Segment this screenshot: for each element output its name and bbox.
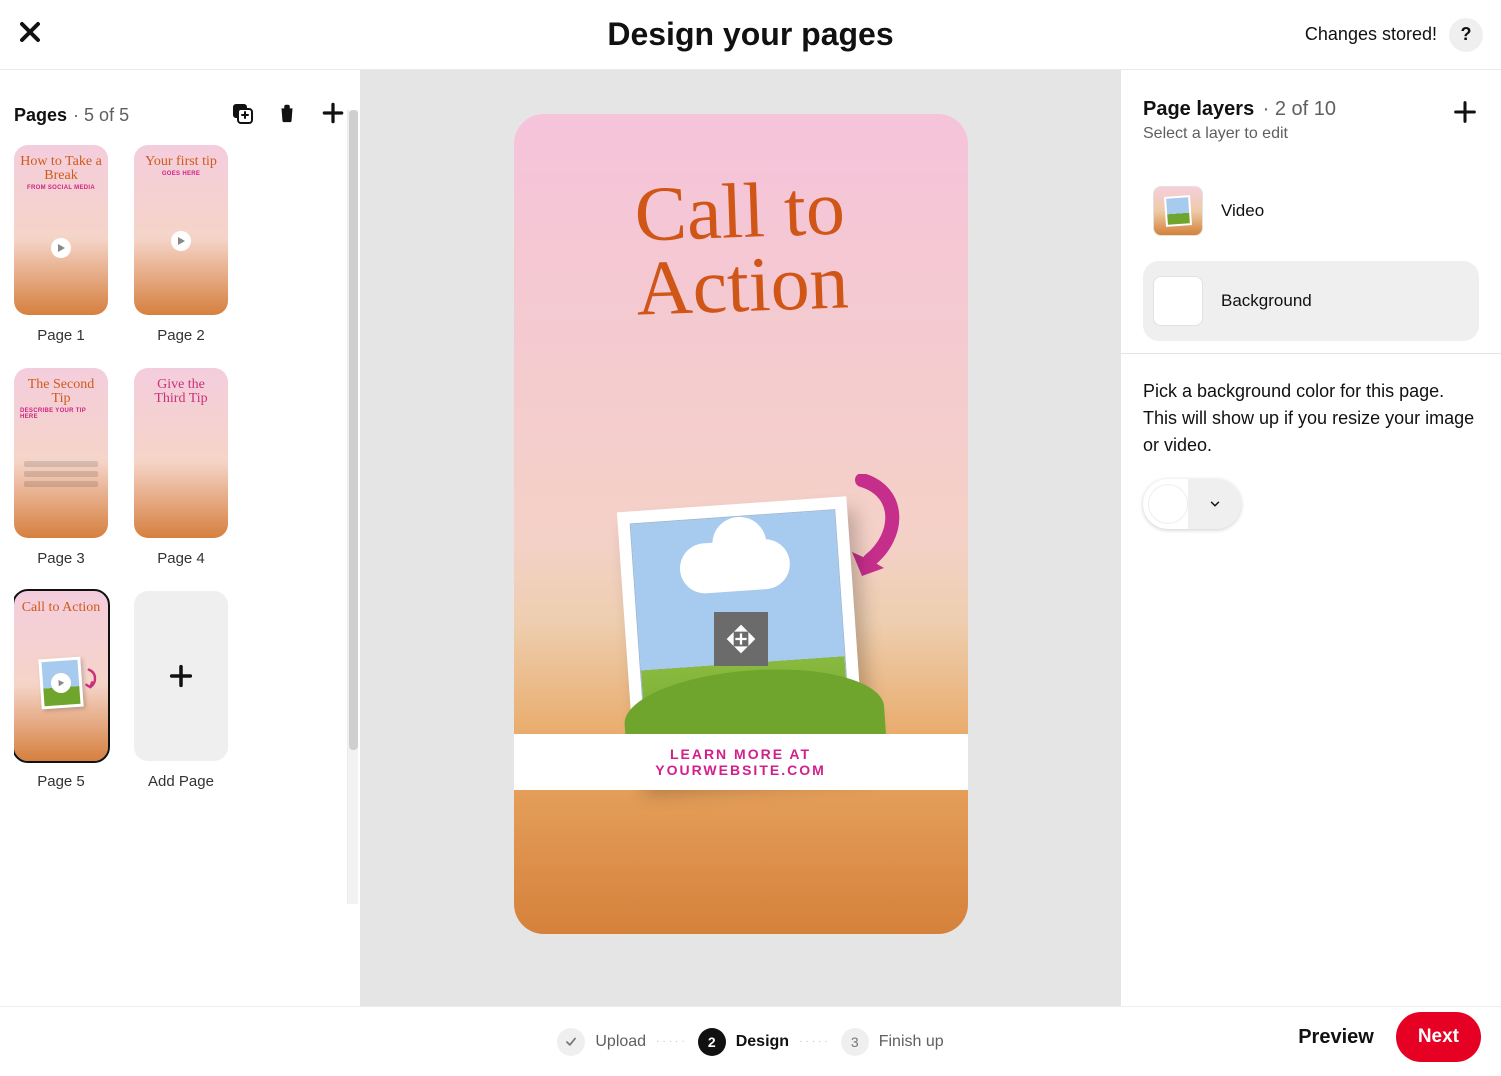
page-thumbnail-4[interactable]: Give the Third Tip (134, 368, 228, 538)
page-thumbnail-2[interactable]: Your first tip GOES HERE (134, 145, 228, 315)
play-icon (51, 238, 71, 258)
layer-name: Video (1221, 201, 1264, 221)
preview-button[interactable]: Preview (1298, 1026, 1374, 1049)
thumb-title: The Second Tip (20, 378, 102, 406)
layer-video[interactable]: Video (1143, 171, 1479, 251)
step-separator: ····· (656, 1036, 688, 1047)
add-layer-button[interactable] (1451, 98, 1479, 126)
cta-line-2: YOURWEBSITE.COM (655, 762, 826, 778)
layer-background[interactable]: Background (1143, 261, 1479, 341)
layer-name: Background (1221, 291, 1312, 311)
step-finish-indicator: 3 (841, 1028, 869, 1056)
pages-label: Pages (14, 105, 67, 126)
step-design-indicator: 2 (698, 1028, 726, 1056)
page-title: Design your pages (607, 16, 893, 53)
step-separator: ····· (799, 1036, 831, 1047)
canvas-cta-band: LEARN MORE AT YOURWEBSITE.COM (514, 734, 968, 790)
stepper: Upload ····· 2 Design ····· 3 Finish up (557, 1028, 943, 1056)
step-finish-label: Finish up (879, 1033, 944, 1051)
move-handle[interactable] (714, 612, 768, 666)
save-status: Changes stored! (1305, 24, 1437, 45)
pages-count: · 5 of 5 (73, 105, 129, 126)
play-icon (50, 672, 71, 693)
color-swatch (1148, 484, 1188, 524)
thumb-title: Give the Third Tip (140, 378, 222, 406)
thumb-title: Your first tip (145, 155, 217, 169)
layer-thumb-icon (1153, 186, 1203, 236)
page-thumbnail-5[interactable]: Call to Action (14, 591, 108, 761)
play-icon (171, 231, 191, 251)
thumb-label: Page 3 (37, 550, 85, 567)
cloud-icon (678, 537, 791, 595)
thumb-sub: DESCRIBE YOUR TIP HERE (20, 408, 102, 420)
layers-subtitle: Select a layer to edit (1143, 125, 1336, 143)
divider (1121, 353, 1501, 354)
background-color-picker[interactable] (1143, 479, 1241, 529)
add-page-tile[interactable] (134, 591, 228, 761)
canvas-title: Call to Action (514, 166, 968, 330)
thumb-label: Page 4 (157, 550, 205, 567)
page-thumbnail-1[interactable]: How to Take a Break FROM SOCIAL MEDIA (14, 145, 108, 315)
add-page-label: Add Page (148, 773, 214, 790)
step-upload-label: Upload (595, 1033, 646, 1051)
thumb-title: How to Take a Break (20, 155, 102, 183)
step-design-label: Design (736, 1033, 789, 1051)
close-button[interactable] (18, 18, 42, 52)
add-page-button[interactable] (320, 100, 346, 131)
background-help-text: Pick a background color for this page. T… (1143, 378, 1479, 459)
chevron-down-icon (1188, 479, 1241, 529)
thumb-label: Page 5 (37, 773, 85, 790)
cta-line-1: LEARN MORE AT (670, 746, 811, 762)
canvas[interactable]: Call to Action LEARN MORE AT YOURWEBSITE… (514, 114, 968, 934)
help-button[interactable]: ? (1449, 18, 1483, 52)
duplicate-page-button[interactable] (230, 101, 254, 130)
layer-thumb-icon (1153, 276, 1203, 326)
left-scrollbar[interactable] (347, 110, 358, 904)
arrow-icon (842, 474, 912, 589)
next-button[interactable]: Next (1396, 1012, 1481, 1062)
delete-page-button[interactable] (276, 102, 298, 129)
page-thumbnail-3[interactable]: The Second Tip DESCRIBE YOUR TIP HERE (14, 368, 108, 538)
thumb-label: Page 2 (157, 327, 205, 344)
thumb-label: Page 1 (37, 327, 85, 344)
thumb-title: Call to Action (22, 601, 101, 615)
canvas-title-line-2: Action (634, 237, 849, 331)
step-upload-indicator (557, 1028, 585, 1056)
layers-count: · 2 of 10 (1263, 98, 1336, 120)
layers-title: Page layers (1143, 98, 1254, 120)
